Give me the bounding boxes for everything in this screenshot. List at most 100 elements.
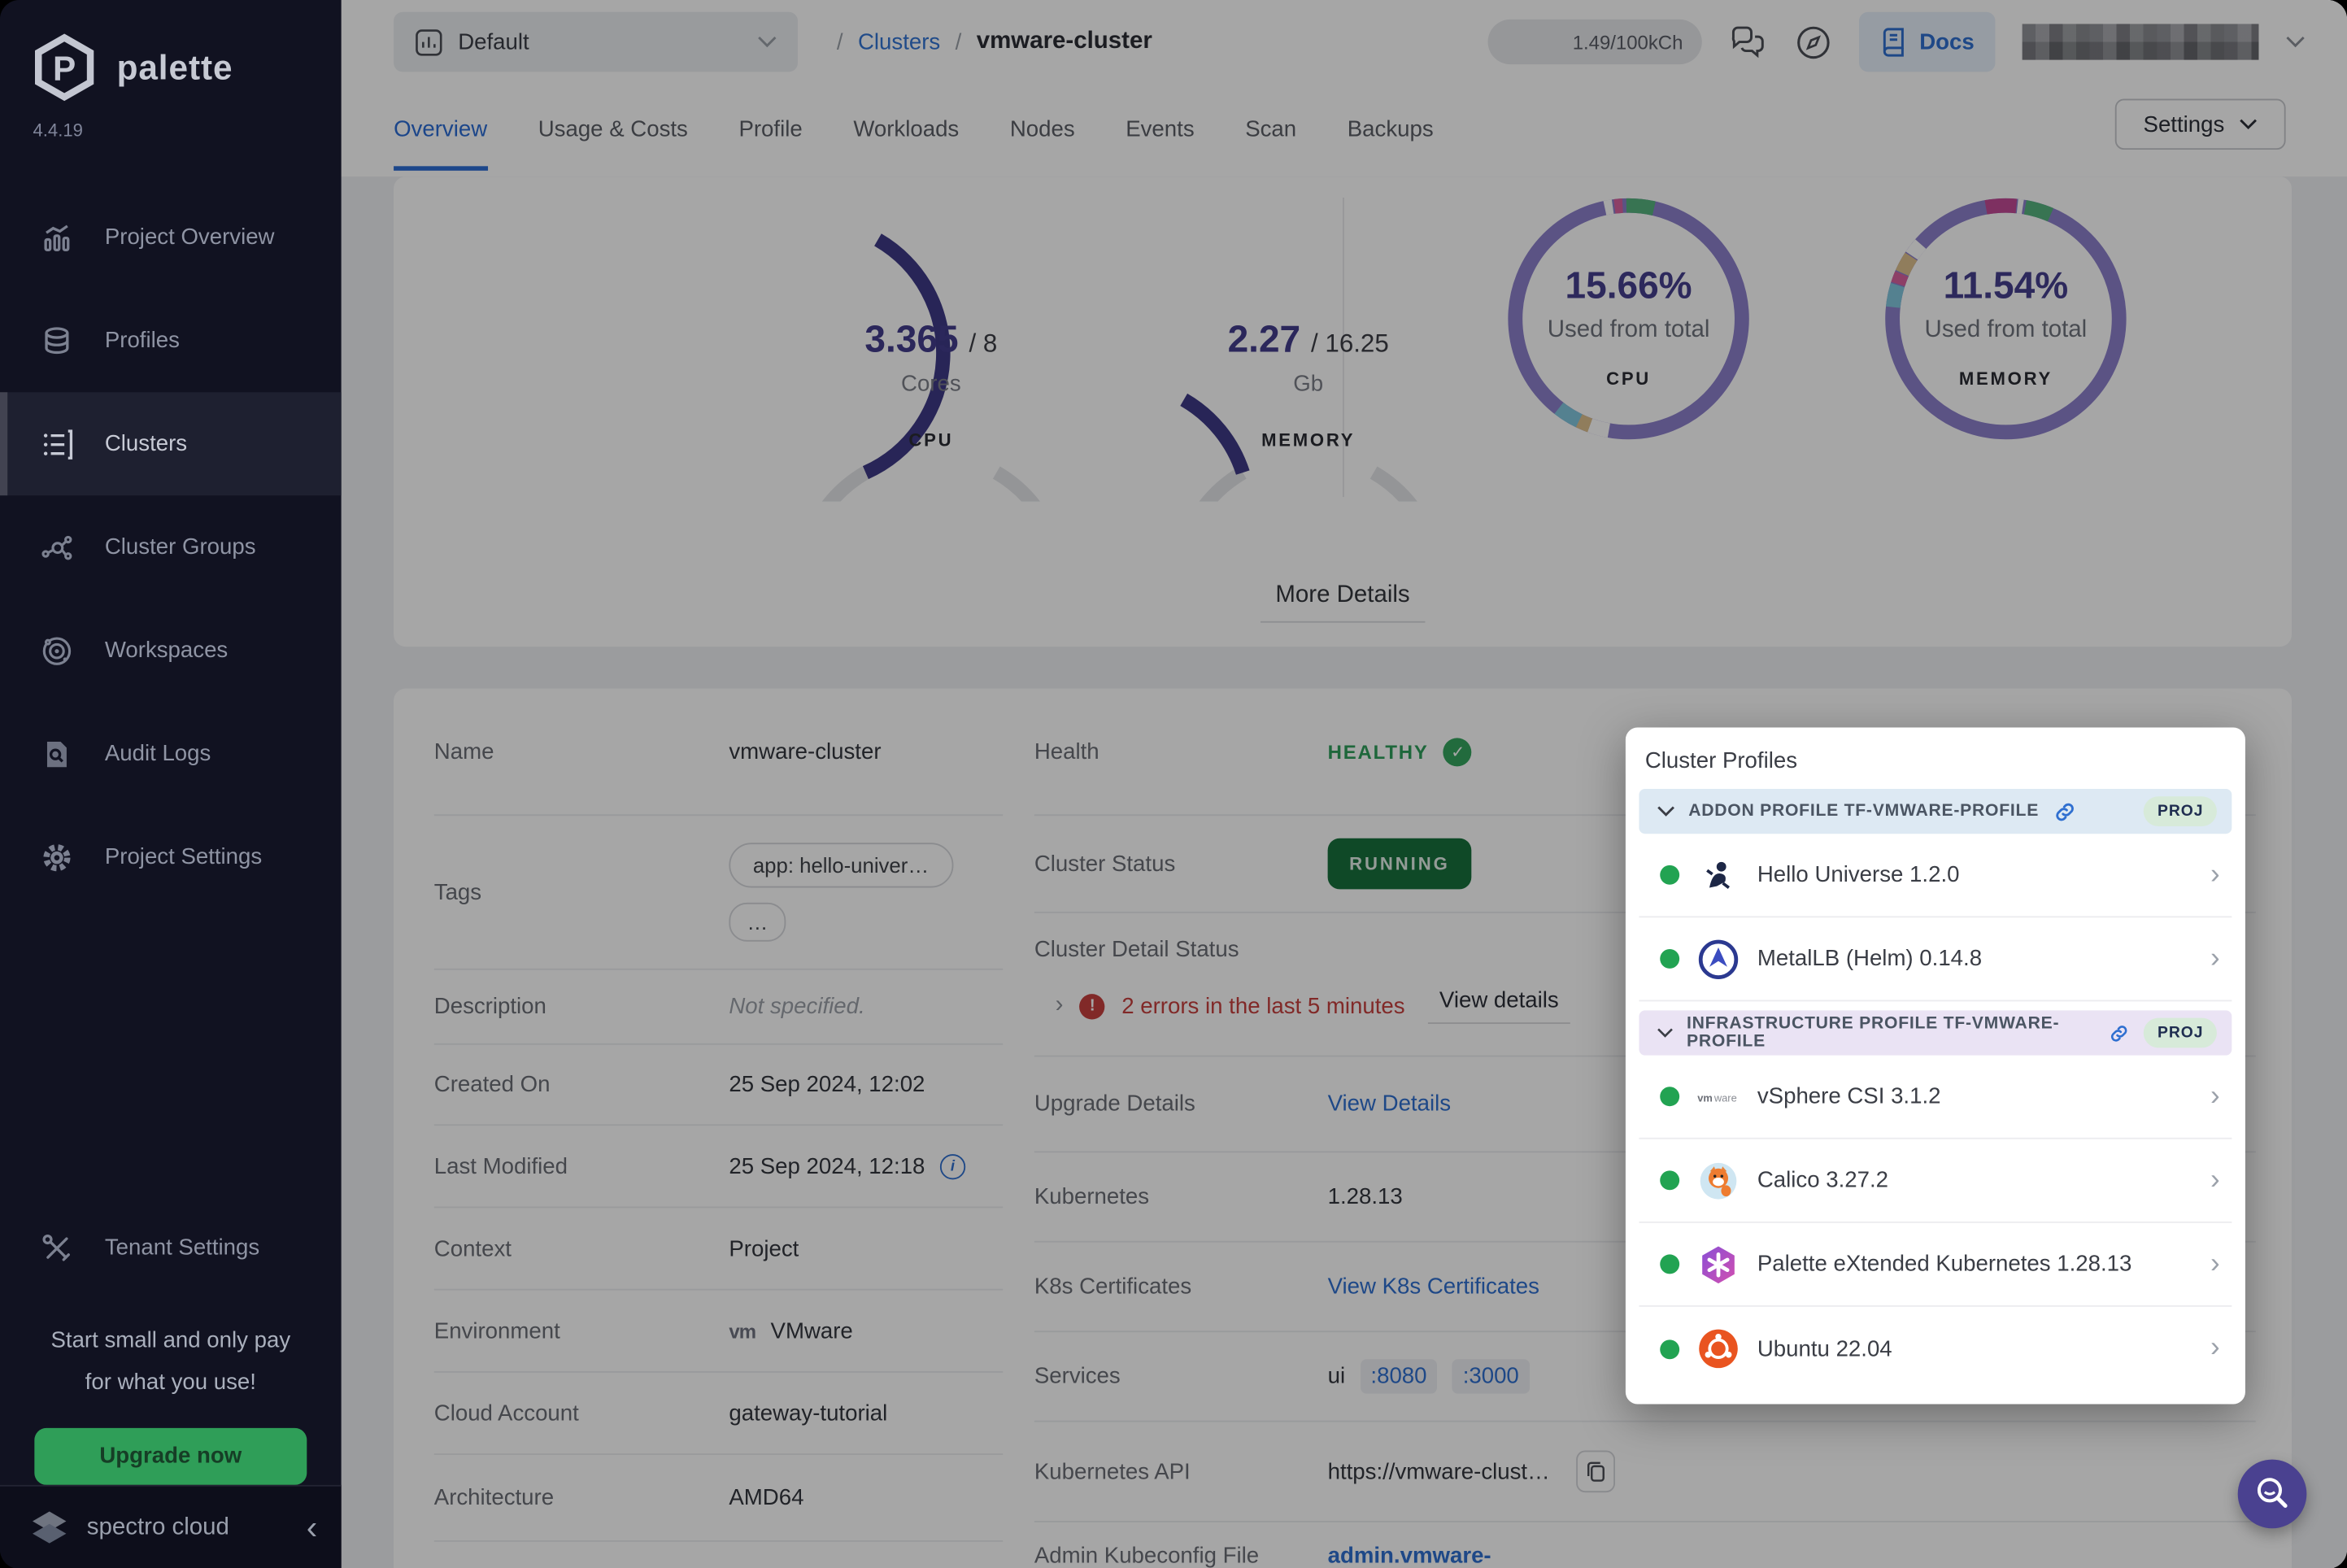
tag-chip[interactable]: app: hello-univer… <box>729 843 953 888</box>
chevron-down-icon[interactable] <box>2286 36 2306 48</box>
chevron-right-icon: › <box>2210 1248 2220 1279</box>
usage-quota-badge[interactable]: 1.49/100kCh <box>1488 19 1703 65</box>
tab-backups[interactable]: Backups <box>1348 117 1434 171</box>
check-circle-icon: ✓ <box>1443 737 1473 766</box>
project-overview-icon <box>39 220 75 255</box>
sidebar-item-cluster-groups[interactable]: Cluster Groups <box>0 495 342 599</box>
memory-metric-label: MEMORY <box>1261 429 1356 451</box>
chevron-down-icon <box>1657 806 1674 817</box>
sidebar-item-audit-logs[interactable]: Audit Logs <box>0 702 342 805</box>
error-count-text: 2 errors in the last 5 minutes <box>1121 993 1405 1019</box>
profile-layer-name: vSphere CSI 3.1.2 <box>1757 1083 1941 1109</box>
profile-layer-row-metallb[interactable]: MetalLB (Helm) 0.14.8 › <box>1639 917 2232 1002</box>
sidebar-item-profiles[interactable]: Profiles <box>0 289 342 392</box>
tab-events[interactable]: Events <box>1126 117 1194 171</box>
main-area: Default / Clusters / vmware-cluster 1.49… <box>341 0 2347 1568</box>
tab-overview[interactable]: Overview <box>394 117 488 171</box>
infrastructure-profile-section-header[interactable]: INFRASTRUCTURE PROFILE TF-VMWARE-PROFILE… <box>1639 1010 2232 1056</box>
cpu-donut-metric: CPU <box>1606 368 1652 390</box>
project-scope-dropdown[interactable]: Default <box>394 11 799 72</box>
spectro-cloud-logo-icon <box>27 1505 72 1550</box>
error-icon: ! <box>1079 993 1105 1019</box>
profile-layer-row-ubuntu[interactable]: Ubuntu 22.04 › <box>1639 1307 2232 1391</box>
field-label: Last Modified <box>433 1153 568 1179</box>
more-details-button[interactable]: More Details <box>1260 582 1426 623</box>
explore-compass-button[interactable] <box>1795 24 1832 61</box>
field-label: K8s Certificates <box>1034 1274 1192 1300</box>
feedback-chat-button[interactable] <box>1729 24 1768 59</box>
service-port-link[interactable]: :3000 <box>1452 1359 1530 1394</box>
admin-kubeconfig-link[interactable]: admin.vmware- <box>1328 1544 1491 1568</box>
architecture-value: AMD64 <box>729 1484 804 1511</box>
field-label: Architecture <box>433 1484 555 1511</box>
settings-label: Settings <box>2143 111 2225 137</box>
search-fab-button[interactable] <box>2237 1459 2307 1529</box>
detail-row-architecture: Architecture AMD64 <box>433 1455 1004 1542</box>
sidebar-item-tenant-settings[interactable]: Tenant Settings <box>0 1196 342 1300</box>
sidebar-item-project-overview[interactable]: Project Overview <box>0 185 342 289</box>
cluster-status-badge[interactable]: RUNNING <box>1327 838 1472 890</box>
breadcrumb-separator: / <box>955 28 962 55</box>
view-k8s-certificates-link[interactable]: View K8s Certificates <box>1328 1274 1539 1299</box>
cluster-tabs: Overview Usage & Costs Profile Workloads… <box>342 84 2347 171</box>
link-icon[interactable] <box>2108 1020 2131 1045</box>
upgrade-now-button[interactable]: Upgrade now <box>34 1427 307 1484</box>
sidebar-item-label: Cluster Groups <box>104 534 256 560</box>
health-status-value: HEALTHY <box>1327 740 1429 763</box>
detail-row-context: Context Project <box>433 1208 1004 1291</box>
tab-usage-costs[interactable]: Usage & Costs <box>538 117 688 171</box>
profile-layer-row-vsphere-csi[interactable]: vm ware vSphere CSI 3.1.2 › <box>1639 1056 2232 1139</box>
info-icon[interactable]: i <box>939 1153 966 1179</box>
user-menu[interactable] <box>2022 24 2259 60</box>
settings-button[interactable]: Settings <box>2114 98 2286 150</box>
detail-row-admin-kubeconfig: Admin Kubeconfig File admin.vmware- <box>1034 1522 2256 1568</box>
metallb-icon <box>1697 938 1740 980</box>
detail-row-description: Description Not specified. <box>433 970 1004 1045</box>
search-icon <box>2257 1478 2288 1508</box>
view-details-button[interactable]: View details <box>1427 988 1571 1024</box>
detail-row-kubernetes-api: Kubernetes API https://vmware-clust… <box>1034 1422 2256 1522</box>
upgrade-view-details-link[interactable]: View Details <box>1328 1091 1451 1117</box>
ubuntu-icon <box>1697 1328 1740 1370</box>
gear-icon <box>39 839 75 875</box>
copy-button[interactable] <box>1576 1450 1616 1493</box>
sidebar-item-label: Tenant Settings <box>104 1235 260 1261</box>
profile-layer-row-palette-extended-kubernetes[interactable]: Palette eXtended Kubernetes 1.28.13 › <box>1639 1223 2232 1307</box>
breadcrumb: / Clusters / vmware-cluster <box>837 28 1152 55</box>
tab-nodes[interactable]: Nodes <box>1010 117 1075 171</box>
chevron-down-icon <box>757 36 777 48</box>
addon-profile-section-header[interactable]: ADDON PROFILE TF-VMWARE-PROFILE PROJ <box>1639 788 2232 834</box>
collapse-sidebar-icon[interactable]: ‹ <box>307 1510 317 1544</box>
sidebar: P palette 4.4.19 Project Overview Profil… <box>0 0 342 1568</box>
brand-name: palette <box>116 46 233 86</box>
status-dot-icon <box>1660 1339 1680 1359</box>
expand-chevron-icon[interactable]: › <box>1056 992 1064 1019</box>
sidebar-item-clusters[interactable]: Clusters <box>0 392 342 496</box>
tab-profile[interactable]: Profile <box>738 117 802 171</box>
tags-overflow-chip[interactable]: … <box>729 902 786 942</box>
service-port-link[interactable]: :8080 <box>1360 1359 1438 1394</box>
promo-line: for what you use! <box>85 1369 256 1395</box>
docs-button[interactable]: Docs <box>1859 11 1996 72</box>
service-name: ui <box>1327 1363 1346 1390</box>
sidebar-item-workspaces[interactable]: Workspaces <box>0 599 342 702</box>
docs-label: Docs <box>1919 28 1975 55</box>
breadcrumb-clusters-link[interactable]: Clusters <box>858 29 940 54</box>
tab-workloads[interactable]: Workloads <box>853 117 959 171</box>
topbar-right: 1.49/100kCh Docs <box>1488 11 2306 72</box>
link-icon[interactable] <box>2053 799 2078 824</box>
sidebar-footer: spectro cloud ‹ <box>0 1484 342 1568</box>
memory-unit: Gb <box>1293 371 1324 397</box>
status-dot-icon <box>1660 1087 1680 1107</box>
profile-layer-name: MetalLB (Helm) 0.14.8 <box>1757 946 1983 972</box>
tab-scan[interactable]: Scan <box>1245 117 1296 171</box>
cluster-groups-icon <box>39 529 75 565</box>
sidebar-item-project-settings[interactable]: Project Settings <box>0 805 342 908</box>
profile-layer-row-calico[interactable]: Calico 3.27.2 › <box>1639 1139 2232 1223</box>
field-label: Cluster Status <box>1034 851 1176 877</box>
sidebar-item-label: Project Settings <box>104 844 263 870</box>
svg-text:ware: ware <box>1713 1091 1737 1103</box>
overview-card: 3.365 / 8 Cores CPU 2.27 / 16.25 Gb MEMORY <box>394 176 2292 647</box>
memory-used-value: 2.27 <box>1227 319 1301 361</box>
profile-layer-row-hello-universe[interactable]: Hello Universe 1.2.0 › <box>1639 834 2232 918</box>
